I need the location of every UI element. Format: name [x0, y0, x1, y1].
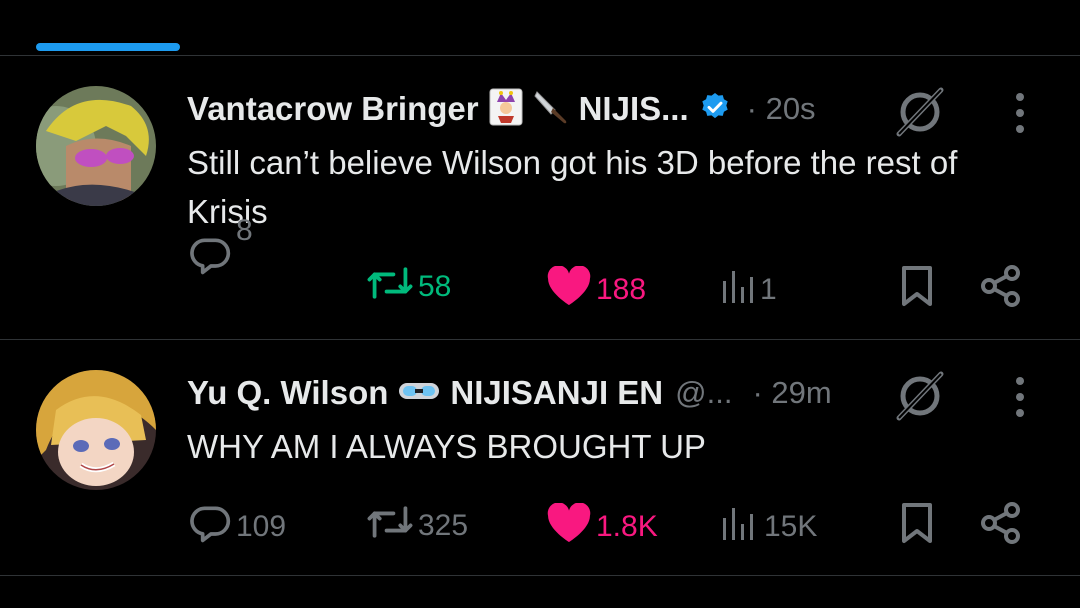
- like-button[interactable]: 1.8K: [546, 502, 658, 551]
- tweet-text: WHY AM I ALWAYS BROUGHT UP: [187, 428, 706, 465]
- author-name-suffix[interactable]: NIJISANJI EN: [450, 374, 663, 412]
- reply-count: 8: [236, 214, 253, 247]
- reply-icon: [188, 501, 232, 553]
- more-icon[interactable]: [1010, 375, 1030, 419]
- like-count: 188: [596, 273, 647, 306]
- verified-badge-icon: [699, 91, 731, 128]
- share-button[interactable]: [980, 502, 1022, 552]
- reply-icon: [188, 233, 232, 285]
- avatar[interactable]: [36, 86, 156, 206]
- views-button[interactable]: 1: [720, 267, 777, 313]
- reply-button[interactable]: 109: [188, 501, 286, 553]
- retweet-icon: [366, 265, 414, 309]
- knife-emoji: [533, 88, 569, 131]
- reply-button[interactable]: 8: [188, 214, 253, 285]
- tweet-header: Vantacrow Bringer NIJIS... · 20s: [187, 85, 816, 133]
- tweet-text: Still can’t believe Wilson got his 3D be…: [187, 144, 958, 230]
- tweet-header: Yu Q. Wilson NIJISANJI EN @... · 29m: [187, 369, 832, 417]
- like-button[interactable]: 188: [546, 265, 647, 314]
- retweet-icon: [366, 504, 414, 548]
- bookmark-icon: [900, 502, 934, 552]
- retweet-count: 325: [418, 509, 469, 542]
- views-icon: [720, 504, 756, 550]
- heart-icon: [546, 265, 592, 314]
- share-icon: [980, 265, 1022, 315]
- author-name[interactable]: Yu Q. Wilson: [187, 374, 388, 412]
- bookmark-button[interactable]: [900, 502, 934, 552]
- goggles-emoji: [398, 380, 440, 407]
- bookmark-button[interactable]: [900, 265, 934, 315]
- tweet-timestamp[interactable]: · 29m: [752, 375, 831, 411]
- tab-bar: [0, 0, 1080, 56]
- more-icon[interactable]: [1010, 91, 1030, 135]
- views-button[interactable]: 15K: [720, 504, 817, 550]
- grok-icon[interactable]: [893, 85, 947, 139]
- grok-icon[interactable]: [893, 369, 947, 423]
- tweet[interactable]: Yu Q. Wilson NIJISANJI EN @... · 29m WHY…: [0, 340, 1080, 576]
- retweet-button[interactable]: 58: [366, 265, 451, 309]
- tweet[interactable]: Vantacrow Bringer NIJIS... · 20s Still c…: [0, 56, 1080, 340]
- views-count: 15K: [764, 510, 818, 543]
- tweet-timestamp[interactable]: · 20s: [747, 91, 816, 127]
- views-icon: [720, 267, 756, 313]
- like-count: 1.8K: [596, 510, 658, 543]
- share-icon: [980, 502, 1022, 552]
- author-name[interactable]: Vantacrow Bringer: [187, 90, 479, 128]
- avatar[interactable]: [36, 370, 156, 490]
- active-tab-indicator: [36, 43, 180, 51]
- reply-count: 109: [236, 510, 287, 543]
- joker-card-emoji: [489, 88, 523, 131]
- retweet-button[interactable]: 325: [366, 504, 468, 548]
- bookmark-icon: [900, 265, 934, 315]
- retweet-count: 58: [418, 270, 452, 303]
- share-button[interactable]: [980, 265, 1022, 315]
- heart-icon: [546, 502, 592, 551]
- views-count: 1: [760, 273, 777, 306]
- author-name-suffix[interactable]: NIJIS...: [579, 90, 689, 128]
- author-handle[interactable]: @...: [675, 375, 732, 411]
